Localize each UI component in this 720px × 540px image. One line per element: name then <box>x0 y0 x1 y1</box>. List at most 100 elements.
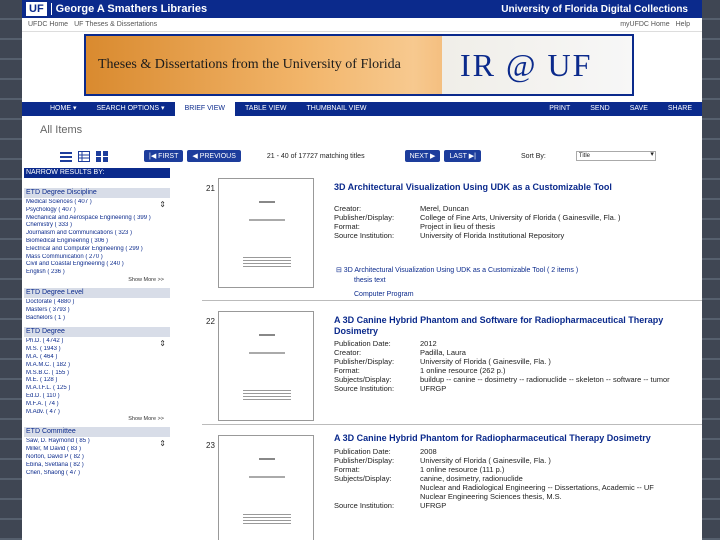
facet-item[interactable]: English ( 236 ) <box>26 269 170 277</box>
facet-degree-level: ETD Degree Level Doctorate ( 4880 ) Mast… <box>24 287 170 323</box>
uf-theses-link[interactable]: UF Theses & Dissertations <box>74 21 157 28</box>
facet-item[interactable]: Chemistry ( 333 ) <box>26 222 170 230</box>
table-view-icon[interactable] <box>78 150 90 162</box>
send-button[interactable]: SEND <box>580 102 619 116</box>
facet-item[interactable]: Civil and Coastal Engineering ( 240 ) <box>26 261 170 269</box>
result-metadata: Publication Date: 2008 Publisher/Display:… <box>334 447 654 510</box>
facet-item[interactable]: Mass Communication ( 270 ) <box>26 254 170 262</box>
share-button[interactable]: SHARE <box>658 102 702 116</box>
sort-icon[interactable]: ⇕ <box>159 200 166 209</box>
thumbnail-view-icon[interactable] <box>96 150 108 162</box>
meta-value: 2008 <box>420 447 437 456</box>
digital-collections-link[interactable]: University of Florida Digital Collection… <box>501 4 688 15</box>
meta-value: Nuclear and Radiological Engineering -- … <box>420 483 654 492</box>
result-metadata: Creator: Merel, Duncan Publisher/Display:… <box>334 204 621 240</box>
result-title-link[interactable]: A 3D Canine Hybrid Phantom and Software … <box>334 315 674 337</box>
facet-item[interactable]: Journalism and Communications ( 323 ) <box>26 230 170 238</box>
facet-item[interactable]: Miller, M David ( 83 ) <box>26 446 170 454</box>
result-thumbnail[interactable] <box>218 311 314 421</box>
result-title-link[interactable]: A 3D Canine Hybrid Phantom for Radiophar… <box>334 433 674 444</box>
facet-item[interactable]: M.A.M.C. ( 182 ) <box>26 362 170 370</box>
last-page-button[interactable]: LAST ▶| <box>444 150 481 162</box>
browser-page: UF George A Smathers Libraries Universit… <box>22 0 702 540</box>
result-metadata: Publication Date: 2012 Creator: Padilla, L… <box>334 339 670 393</box>
uf-logo[interactable]: UF <box>26 2 47 16</box>
sort-icon[interactable]: ⇕ <box>159 439 166 448</box>
facet-item[interactable]: Chen, Shaong ( 47 ) <box>26 470 170 478</box>
result-title-link[interactable]: 3D Architectural Visualization Using UDK… <box>334 182 674 193</box>
facet-title: ETD Committee <box>24 427 170 438</box>
meta-value: canine, dosimetry, radionuclide <box>420 474 523 483</box>
slide-frame-left <box>0 0 22 540</box>
result-thumbnail[interactable] <box>218 178 314 288</box>
facet-title: ETD Degree <box>24 327 170 338</box>
facet-title: ETD Degree Discipline <box>24 188 170 198</box>
meta-key: Publisher/Display: <box>334 213 395 222</box>
facet-item[interactable]: Psychology ( 407 ) <box>26 207 170 215</box>
nav-brief-view[interactable]: BRIEF VIEW <box>174 102 236 116</box>
sub-items-title[interactable]: ⊟ 3D Architectural Visualization Using U… <box>336 266 578 274</box>
facet-item[interactable]: Saw, D. Raymond ( 85 ) <box>26 438 170 446</box>
facet-item[interactable]: Masters ( 3793 ) <box>26 307 170 315</box>
nav-home[interactable]: HOME ▾ <box>40 102 86 116</box>
facet-item[interactable]: Mechanical and Aerospace Engineering ( 3… <box>26 215 170 223</box>
library-name-link[interactable]: George A Smathers Libraries <box>50 3 207 15</box>
sub-navigation: UFDC Home UF Theses & Dissertations myUF… <box>22 18 702 32</box>
main-navigation: HOME ▾ SEARCH OPTIONS ▾ BRIEF VIEW TABLE… <box>22 102 702 116</box>
result-number: 21 <box>206 184 215 193</box>
meta-key: Publication Date: <box>334 447 391 456</box>
facet-item[interactable]: Electrical and Computer Engineering ( 29… <box>26 246 170 254</box>
facet-item[interactable]: Ph.D. ( 4742 ) <box>26 338 170 346</box>
sort-icon[interactable]: ⇕ <box>159 339 166 348</box>
meta-value: 1 online resource (262 p.) <box>420 366 506 375</box>
facet-item[interactable]: M.A. ( 464 ) <box>26 354 170 362</box>
previous-page-button[interactable]: ◀ PREVIOUS <box>187 150 241 162</box>
results-count: 21 - 40 of 17727 matching titles <box>266 152 365 160</box>
result-item: 22 A 3D Canine Hybrid Phantom and Softwa… <box>202 300 702 424</box>
meta-key: Format: <box>334 366 360 375</box>
nav-search-options[interactable]: SEARCH OPTIONS ▾ <box>86 102 174 116</box>
meta-key: Source Institution: <box>334 231 395 240</box>
ufdc-home-link[interactable]: UFDC Home <box>28 21 68 28</box>
results-list: 21 3D Architectural Visualization Using … <box>202 168 702 540</box>
facet-committee: ETD Committee ⇕ Saw, D. Raymond ( 85 ) M… <box>24 427 170 477</box>
result-thumbnail[interactable] <box>218 435 314 540</box>
first-page-button[interactable]: |◀ FIRST <box>144 150 184 162</box>
facet-item[interactable]: Norton, David P ( 82 ) <box>26 454 170 462</box>
meta-key: Publication Date: <box>334 339 391 348</box>
myufdc-home-link[interactable]: myUFDC Home <box>620 21 669 28</box>
meta-key: Publisher/Display: <box>334 357 395 366</box>
facet-item[interactable]: M.E. ( 128 ) <box>26 377 170 385</box>
facet-item[interactable]: Bachelors ( 1 ) <box>26 315 170 323</box>
facet-degree: ETD Degree ⇕ Ph.D. ( 4742 ) M.S. ( 1943 … <box>24 327 170 422</box>
next-page-button[interactable]: NEXT ▶ <box>404 150 441 162</box>
print-button[interactable]: PRINT <box>539 102 580 116</box>
banner-title: Theses & Dissertations from the Universi… <box>98 57 401 72</box>
meta-key: Subjects/Display: <box>334 375 392 384</box>
sub-item-link[interactable]: thesis text <box>354 274 578 288</box>
facet-item[interactable]: M.A.I.F.L. ( 125 ) <box>26 385 170 393</box>
nav-table-view[interactable]: TABLE VIEW <box>235 102 297 116</box>
meta-key: Source Institution: <box>334 501 395 510</box>
save-button[interactable]: SAVE <box>620 102 658 116</box>
facet-item[interactable]: M.Adv. ( 47 ) <box>26 409 170 417</box>
facet-item[interactable]: Ed.D. ( 110 ) <box>26 393 170 401</box>
help-link[interactable]: Help <box>676 21 690 28</box>
nav-thumbnail-view[interactable]: THUMBNAIL VIEW <box>297 102 377 116</box>
facet-item[interactable]: Biomedical Engineering ( 306 ) <box>26 238 170 246</box>
meta-value: Project in lieu of thesis <box>420 222 496 231</box>
facet-item[interactable]: Ebina, Svetlana ( 82 ) <box>26 462 170 470</box>
sort-by-select[interactable]: Title <box>575 151 656 161</box>
meta-key: Creator: <box>334 348 362 357</box>
meta-key <box>334 483 420 492</box>
facet-item[interactable]: Medical Sciences ( 407 ) <box>26 199 170 207</box>
meta-value: University of Florida ( Gainesville, Fla… <box>420 357 551 366</box>
facet-item[interactable]: M.S.B.C. ( 155 ) <box>26 370 170 378</box>
show-more-link[interactable]: Show More >> <box>24 277 170 283</box>
result-number: 23 <box>206 441 215 450</box>
facet-item[interactable]: M.F.A. ( 74 ) <box>26 401 170 409</box>
brief-view-icon[interactable] <box>60 151 72 162</box>
show-more-link[interactable]: Show More >> <box>24 416 170 422</box>
facet-item[interactable]: Doctorate ( 4880 ) <box>26 299 170 307</box>
facet-item[interactable]: M.S. ( 1943 ) <box>26 346 170 354</box>
